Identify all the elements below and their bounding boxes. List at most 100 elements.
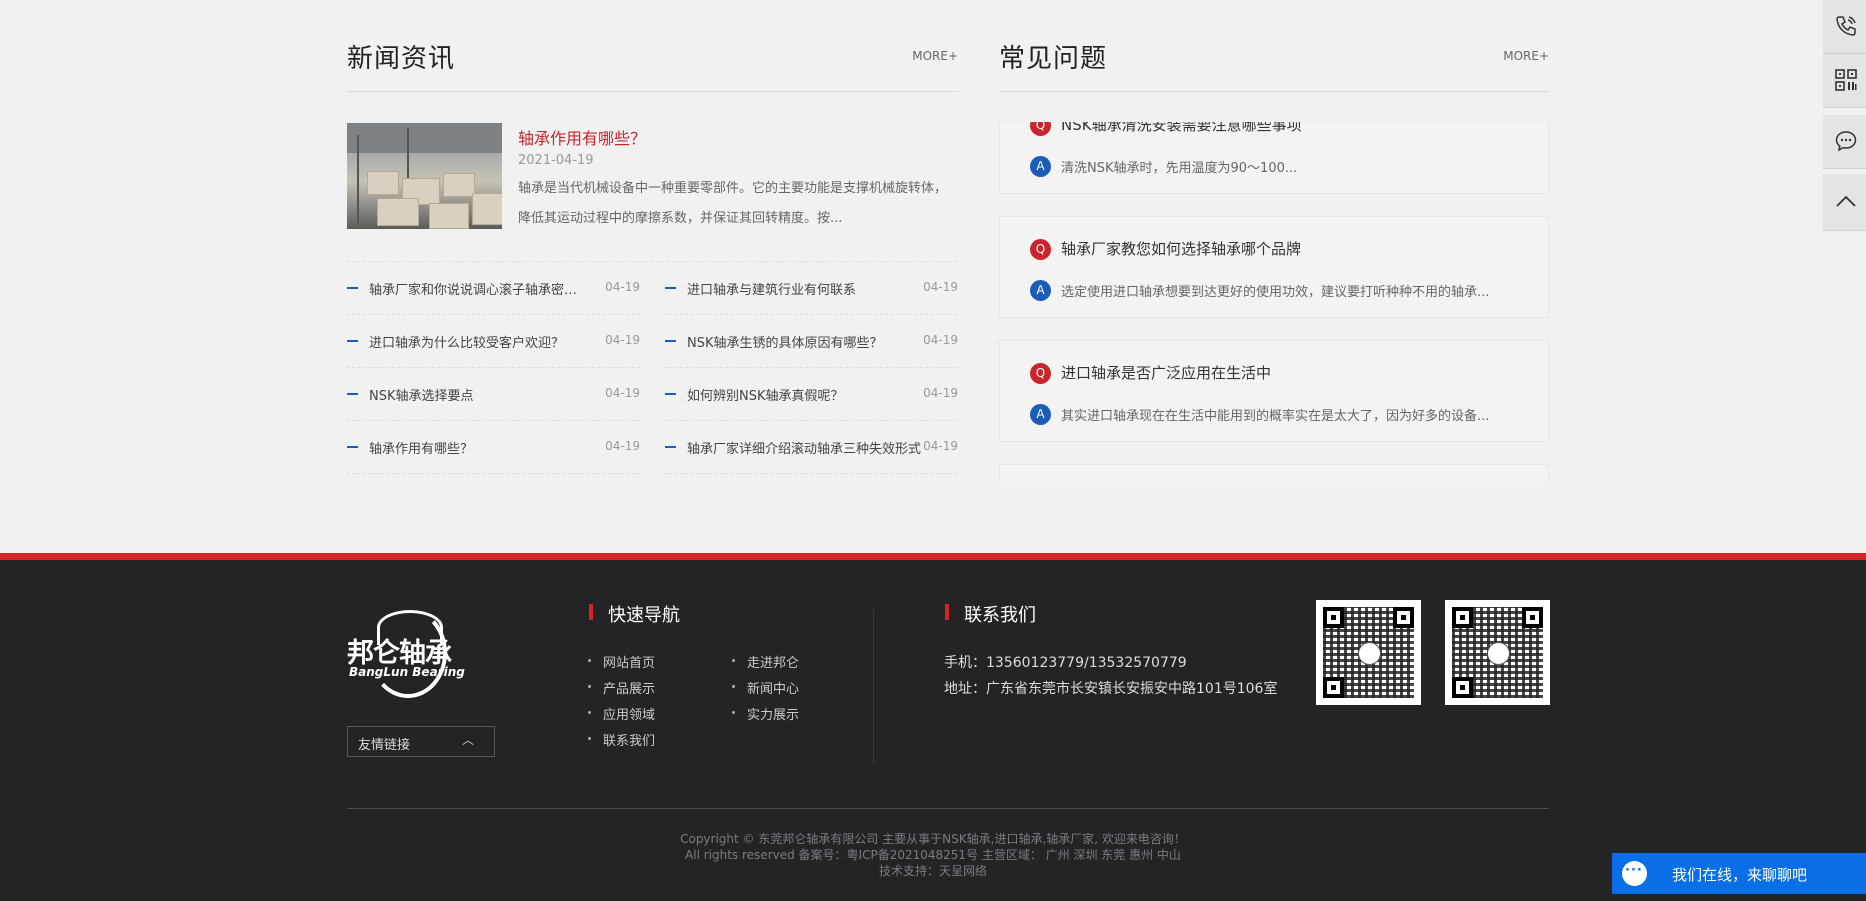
copyright-text: Copyright © 东莞邦仑轴承有限公司 主要从事于NSK轴承,进口轴承,轴…: [680, 832, 1186, 846]
answer-icon: A: [1030, 156, 1051, 177]
contact-phone: 手机：13560123779/13532570779: [944, 655, 1187, 671]
news-item-date: 04-19: [923, 439, 958, 453]
news-list-item[interactable]: NSK轴承生锈的具体原因有哪些？ 04-19: [665, 315, 958, 368]
dash-icon: [665, 393, 676, 395]
faq-answer: 清洗NSK轴承时，先用温度为90～100...: [1061, 161, 1298, 176]
sidebar-message-button[interactable]: [1823, 115, 1866, 169]
bullet-icon: [732, 659, 735, 662]
live-chat-button[interactable]: 我们在线，来聊聊吧: [1612, 853, 1866, 894]
footer-nav-link[interactable]: 实力展示: [732, 704, 799, 723]
faq-title: 常见问题: [999, 44, 1108, 74]
friend-links-label: 友情链接: [358, 738, 411, 753]
live-chat-label: 我们在线，来聊聊吧: [1672, 866, 1808, 884]
footer-nav-link[interactable]: 联系我们: [588, 730, 655, 749]
footer-nav-label[interactable]: 联系我们: [603, 734, 655, 749]
chevron-up-icon: [1836, 195, 1856, 207]
faq-more-link[interactable]: MORE+: [1503, 49, 1549, 63]
news-item-title[interactable]: 轴承厂家详细介绍滚动轴承三种失效形式: [687, 438, 927, 457]
question-icon: Q: [1030, 239, 1051, 260]
footer-divider: [347, 808, 1549, 809]
footer-nav-label[interactable]: 应用领域: [603, 708, 655, 723]
footer-nav-link[interactable]: 产品展示: [588, 678, 655, 697]
footer-nav-label[interactable]: 实力展示: [747, 708, 799, 723]
bullet-icon: [732, 711, 735, 714]
back-to-top-button[interactable]: [1823, 174, 1866, 231]
faq-answer: 选定使用进口轴承想要到达更好的使用功效，建议要打听种种不用的轴承...: [1061, 285, 1490, 300]
news-column: 新闻资讯 MORE+ 轴承作用有哪些？ 2021-04-19 轴承是当代机械设备…: [347, 0, 958, 474]
heading-bar: [589, 604, 593, 620]
faq-item[interactable]: Q 进口轴承是否广泛应用在生活中 A 其实进口轴承现在在生活中能用到的概率实在是…: [999, 340, 1549, 442]
friend-links-select[interactable]: 友情链接 ︿: [347, 726, 495, 757]
news-item-title[interactable]: NSK轴承选择要点: [369, 385, 587, 404]
bullet-icon: [588, 685, 591, 688]
faq-answer: 其实进口轴承现在在生活中能用到的概率实在是太大了，因为好多的设备...: [1061, 409, 1490, 424]
icp-text: All rights reserved 备案号：粤ICP备2021048251号…: [685, 848, 1181, 862]
news-header: 新闻资讯 MORE+: [347, 0, 958, 92]
news-list-item[interactable]: 如何辨别NSK轴承真假呢？ 04-19: [665, 368, 958, 421]
contact-heading-text: 联系我们: [964, 605, 1036, 626]
faq-header: 常见问题 MORE+: [999, 0, 1549, 92]
news-item-date: 04-19: [605, 439, 640, 453]
faq-column: 常见问题 MORE+ Q NSK轴承清洗安装需要注意哪些事项 A 清洗NSK轴承…: [999, 0, 1549, 482]
dash-icon: [347, 340, 358, 342]
dash-icon: [665, 340, 676, 342]
brand-logo[interactable]: 邦仑轴承 BangLun Bearing: [347, 606, 465, 702]
sidebar-qrcode-button[interactable]: [1823, 54, 1866, 108]
footer-nav-label[interactable]: 产品展示: [603, 682, 655, 697]
news-item-title[interactable]: 轴承厂家和你说说调心滚子轴承密封性...: [369, 279, 587, 298]
news-more-link[interactable]: MORE+: [912, 49, 958, 63]
featured-news[interactable]: 轴承作用有哪些？ 2021-04-19 轴承是当代机械设备中一种重要零部件。它的…: [347, 123, 958, 262]
news-item-date: 04-19: [923, 386, 958, 400]
news-item-title[interactable]: 进口轴承与建筑行业有何联系: [687, 279, 905, 298]
news-title: 新闻资讯: [347, 44, 456, 74]
footer-nav-link[interactable]: 应用领域: [588, 704, 655, 723]
chevron-up-icon: ︿: [462, 733, 475, 747]
news-list-item[interactable]: 进口轴承为什么比较受客户欢迎？ 04-19: [347, 315, 640, 368]
faq-question[interactable]: NSK轴承清洗安装需要注意哪些事项: [1061, 122, 1302, 135]
footer-nav-label[interactable]: 走进邦仑: [747, 656, 799, 671]
phone-icon: [1836, 16, 1856, 36]
news-list-item[interactable]: 进口轴承与建筑行业有何联系 04-19: [665, 262, 958, 315]
footer-nav-link[interactable]: 新闻中心: [732, 678, 799, 697]
faq-question[interactable]: 进口轴承是否广泛应用在生活中: [1061, 362, 1271, 383]
featured-news-desc: 轴承是当代机械设备中一种重要零部件。它的主要功能是支撑机械旋转体，降低其运动过程…: [518, 181, 948, 226]
news-list-item[interactable]: 轴承作用有哪些？ 04-19: [347, 421, 640, 474]
news-item-date: 04-19: [923, 333, 958, 347]
news-item-title[interactable]: 轴承作用有哪些？: [369, 438, 587, 457]
dash-icon: [665, 287, 676, 289]
news-item-title[interactable]: 进口轴承为什么比较受客户欢迎？: [369, 332, 587, 351]
faq-scroller: Q NSK轴承清洗安装需要注意哪些事项 A 清洗NSK轴承时，先用温度为90～1…: [999, 122, 1549, 482]
news-item-date: 04-19: [605, 333, 640, 347]
bullet-icon: [588, 737, 591, 740]
news-list-item[interactable]: 轴承厂家和你说说调心滚子轴承密封性... 04-19: [347, 262, 640, 315]
content-section: 新闻资讯 MORE+ 轴承作用有哪些？ 2021-04-19 轴承是当代机械设备…: [347, 0, 1549, 555]
featured-news-image[interactable]: [347, 123, 502, 229]
faq-item[interactable]: Q 轴承厂家教您如何选择轴承哪个品牌 A 选定使用进口轴承想要到达更好的使用功效…: [999, 216, 1549, 318]
question-icon: Q: [1030, 122, 1051, 136]
faq-item[interactable]: Q NSK轴承清洗安装需要注意哪些事项 A 清洗NSK轴承时，先用温度为90～1…: [999, 122, 1549, 194]
news-item-title[interactable]: 如何辨别NSK轴承真假呢？: [687, 385, 905, 404]
answer-icon: A: [1030, 404, 1051, 425]
footer-nav-link[interactable]: 走进邦仑: [732, 652, 799, 671]
nav-heading-text: 快速导航: [608, 605, 680, 626]
news-item-title[interactable]: NSK轴承生锈的具体原因有哪些？: [687, 332, 905, 351]
faq-item[interactable]: [999, 464, 1549, 482]
faq-question[interactable]: 轴承厂家教您如何选择轴承哪个品牌: [1061, 238, 1301, 259]
news-list-item[interactable]: NSK轴承选择要点 04-19: [347, 368, 640, 421]
featured-news-title[interactable]: 轴承作用有哪些？: [518, 125, 646, 149]
tech-support-text: 技术支持：天呈网络: [878, 864, 987, 878]
question-icon: Q: [1030, 363, 1051, 384]
dash-icon: [347, 446, 358, 448]
bullet-icon: [588, 659, 591, 662]
footer-nav-label[interactable]: 网站首页: [603, 656, 655, 671]
contact-heading: 联系我们: [945, 601, 1036, 627]
dash-icon: [347, 287, 358, 289]
sidebar-phone-button[interactable]: [1823, 0, 1866, 54]
featured-news-date: 2021-04-19: [518, 153, 594, 168]
footer-nav-label[interactable]: 新闻中心: [747, 682, 799, 697]
news-list-item[interactable]: 轴承厂家详细介绍滚动轴承三种失效形式 04-19: [665, 421, 958, 474]
bullet-icon: [732, 685, 735, 688]
footer-nav-link[interactable]: 网站首页: [588, 652, 655, 671]
nav-heading: 快速导航: [589, 601, 680, 627]
bullet-icon: [588, 711, 591, 714]
